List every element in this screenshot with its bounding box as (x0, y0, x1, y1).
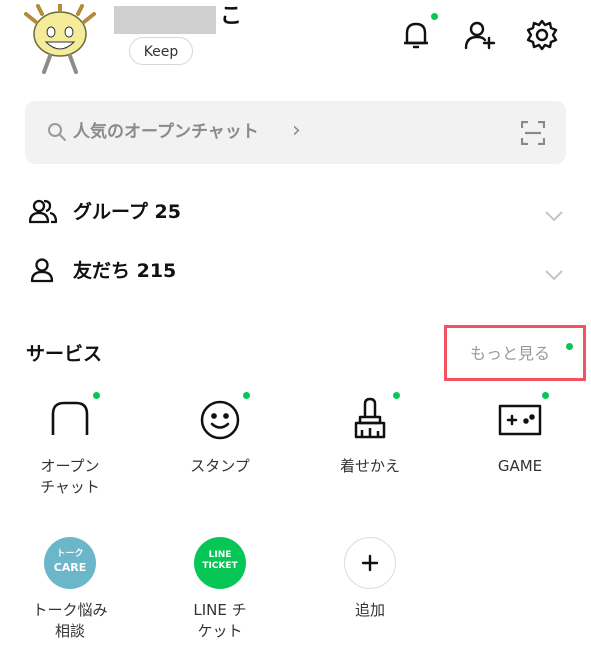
service-label: 着せかえ (339, 457, 400, 475)
notification-dot (542, 392, 549, 399)
username-redacted (114, 6, 216, 34)
person-icon (30, 257, 54, 283)
line-ticket-badge-text: LINE (208, 550, 232, 560)
brush-icon (350, 397, 390, 441)
game-controller-icon (497, 403, 543, 437)
service-label: LINE チ (193, 601, 247, 619)
service-label: GAME (497, 457, 543, 475)
service-label: スタンプ (190, 457, 250, 475)
smiley-icon (199, 399, 241, 441)
service-label: トーク悩み (32, 601, 108, 619)
groups-label: グループ 25 (73, 201, 181, 223)
search-icon (47, 122, 67, 142)
service-label: 追加 (354, 601, 385, 619)
notification-dot (566, 343, 573, 350)
notification-dot (93, 392, 100, 399)
group-icon (28, 198, 58, 224)
services-title: サービス (26, 343, 103, 365)
see-more-link[interactable]: もっと見る (470, 343, 550, 365)
notification-dot (431, 13, 438, 20)
chevron-down-icon[interactable] (545, 265, 563, 281)
openchat-icon (50, 400, 90, 438)
search-placeholder: 人気のオープンチャット (73, 122, 259, 142)
friends-label: 友だち 215 (73, 260, 177, 282)
gear-icon[interactable] (525, 18, 559, 52)
line-ticket-badge-text: TICKET (202, 561, 238, 571)
keep-button[interactable]: Keep (129, 37, 193, 65)
scan-icon[interactable] (520, 120, 546, 146)
notification-dot (393, 392, 400, 399)
service-label: ケット (197, 622, 243, 640)
talk-care-badge-text: トーク (56, 549, 84, 559)
talk-care-badge-text: CARE (53, 561, 87, 574)
bell-icon[interactable] (399, 18, 433, 52)
profile-avatar[interactable] (22, 2, 98, 74)
service-label: オープン (40, 457, 100, 475)
chevron-down-icon[interactable] (545, 206, 563, 222)
service-label: チャット (40, 478, 100, 496)
plus-icon (344, 537, 396, 589)
add-friend-icon[interactable] (463, 18, 497, 52)
notification-dot (243, 392, 250, 399)
username-suffix: こ (220, 4, 243, 29)
service-label: 相談 (54, 622, 85, 640)
chevron-right-icon: › (292, 118, 301, 143)
